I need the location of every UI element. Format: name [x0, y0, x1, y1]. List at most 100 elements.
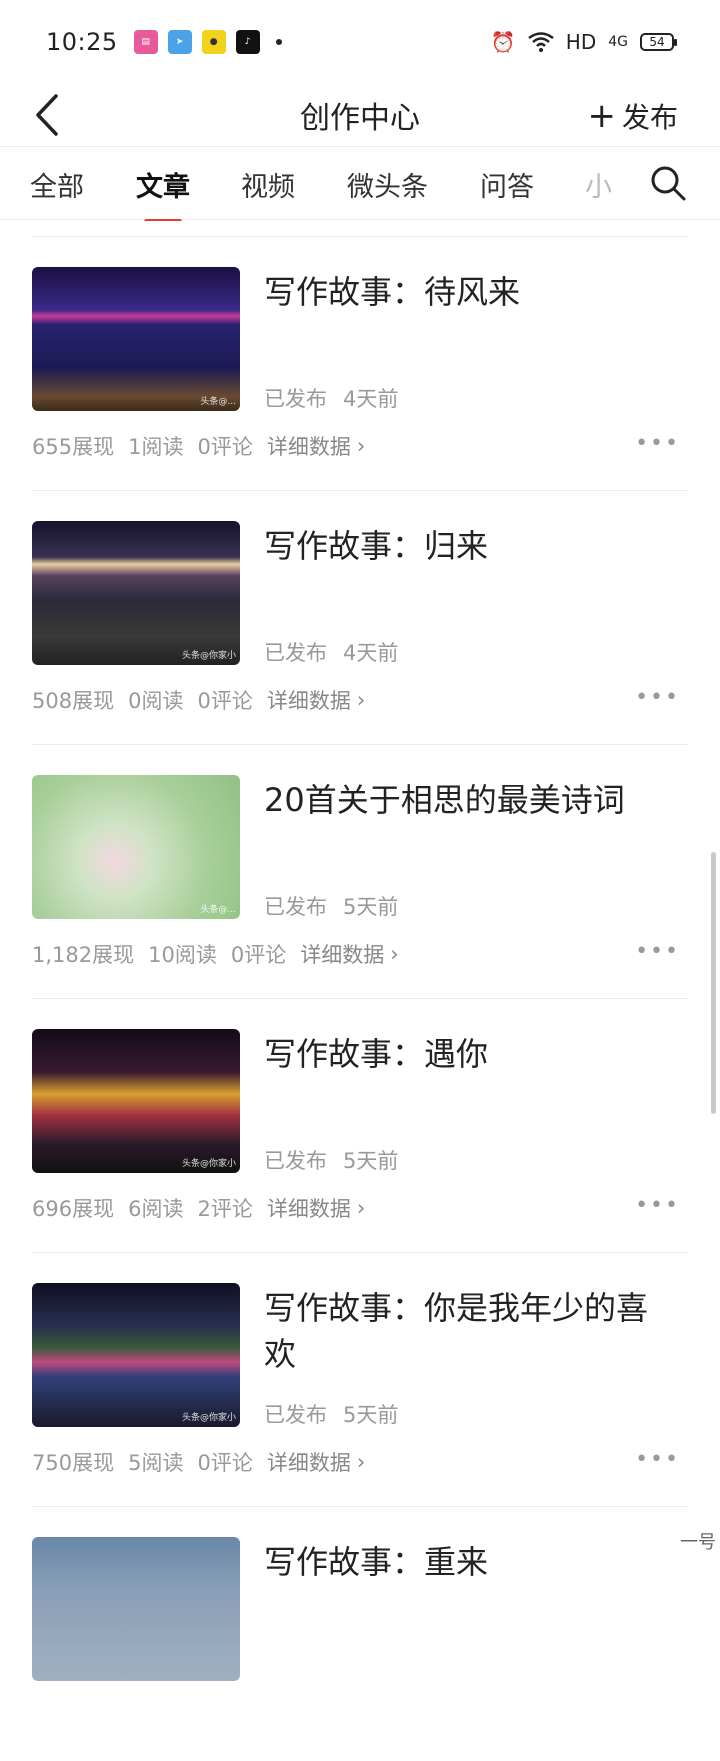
article-title[interactable]: 20首关于相思的最美诗词	[264, 777, 674, 823]
detail-data-label: 详细数据	[266, 435, 351, 459]
views-count: 696展现	[32, 1197, 115, 1221]
detail-data-label: 详细数据	[300, 943, 385, 967]
comments-count: 0评论	[197, 1451, 253, 1475]
more-options-icon[interactable]: •••	[635, 431, 680, 456]
thumbnail-watermark: 头条@你家小	[181, 1413, 236, 1423]
comments-count: 0评论	[230, 943, 287, 967]
telegram-icon: ➤	[167, 30, 192, 54]
article-stats: 750展现 5阅读 0评论 详细数据 ›	[32, 1447, 365, 1477]
article-stats: 1,182展现 10阅读 0评论 详细数据 ›	[32, 939, 399, 969]
chevron-right-icon: ›	[390, 942, 399, 966]
article-item[interactable]: 头条@你家小 写作故事：遇你 已发布 5天前 696展现 6阅读 2评论 详细数据…	[0, 999, 720, 1253]
tab-articles[interactable]: 文章	[136, 165, 190, 221]
tiktok-icon: ♪	[235, 30, 260, 54]
more-options-icon[interactable]: •••	[635, 685, 680, 710]
tab-more[interactable]: 小	[585, 165, 612, 204]
article-item[interactable]: 头条@你家小 写作故事：归来 已发布 4天前 508展现 0阅读 0评论 详细数据…	[0, 491, 720, 745]
article-status: 已发布 4天前	[264, 637, 414, 667]
article-stats: 696展现 6阅读 2评论 详细数据 ›	[32, 1193, 365, 1223]
publish-status: 已发布	[264, 1403, 327, 1427]
publish-label: 发布	[621, 101, 678, 134]
article-item[interactable]: 头条@... 写作故事：待风来 已发布 4天前 655展现 1阅读 0评论 详细数…	[0, 237, 720, 491]
article-thumbnail: 头条@...	[32, 775, 240, 919]
publish-time: 5天前	[343, 1403, 399, 1427]
reads-count: 1阅读	[128, 435, 184, 459]
detail-data-link[interactable]: 详细数据 ›	[267, 685, 365, 715]
article-stats: 655展现 1阅读 0评论 详细数据 ›	[32, 431, 365, 461]
detail-data-link[interactable]: 详细数据 ›	[267, 431, 365, 461]
more-notifications-dot	[275, 39, 282, 45]
system-icons: ⏰ HD 4G 54	[491, 30, 677, 54]
wifi-icon	[528, 32, 554, 52]
publish-status: 已发布	[264, 641, 327, 665]
article-thumbnail: 头条@你家小	[32, 1283, 240, 1427]
chevron-right-icon: ›	[356, 1196, 366, 1220]
thumbnail-watermark: 头条@你家小	[181, 651, 236, 661]
signal-label: 4G	[608, 34, 628, 50]
search-icon[interactable]	[648, 163, 688, 203]
article-item[interactable]: 写作故事：重来	[0, 1507, 720, 1761]
reads-count: 5阅读	[128, 1451, 184, 1475]
article-stats: 508展现 0阅读 0评论 详细数据 ›	[32, 685, 365, 715]
views-count: 1,182展现	[32, 943, 135, 967]
reads-count: 0阅读	[128, 689, 184, 713]
tab-bar: 全部 文章 视频 微头条 问答 小	[0, 146, 720, 221]
more-options-icon[interactable]: •••	[635, 1193, 680, 1218]
more-options-icon[interactable]: •••	[635, 1447, 680, 1472]
publish-time: 4天前	[343, 387, 399, 411]
views-count: 750展现	[32, 1451, 115, 1475]
views-count: 508展现	[32, 689, 115, 713]
detail-data-link[interactable]: 详细数据 ›	[300, 939, 398, 969]
status-bar: 10:25 ▤ ➤ ● ♪ ⏰ HD 4G 54	[0, 0, 720, 84]
app-yellow-icon: ●	[201, 30, 226, 54]
status-time: 10:25	[46, 28, 118, 56]
battery-icon: 54	[640, 33, 677, 51]
article-thumbnail	[32, 1537, 240, 1681]
reads-count: 10阅读	[148, 943, 217, 967]
article-title[interactable]: 写作故事：重来	[264, 1539, 674, 1585]
hd-label: HD	[565, 30, 597, 54]
back-icon[interactable]	[30, 90, 70, 140]
article-status: 已发布 5天前	[264, 891, 414, 921]
article-thumbnail: 头条@你家小	[32, 1029, 240, 1173]
tab-qa[interactable]: 问答	[480, 165, 534, 204]
views-count: 655展现	[32, 435, 115, 459]
comments-count: 0评论	[197, 435, 253, 459]
article-title[interactable]: 写作故事：待风来	[264, 269, 674, 315]
page-title: 创作中心	[300, 101, 420, 136]
comments-count: 2评论	[197, 1197, 253, 1221]
article-status: 已发布 5天前	[264, 1145, 414, 1175]
chevron-right-icon: ›	[356, 688, 366, 712]
article-status: 已发布 5天前	[264, 1399, 414, 1429]
publish-status: 已发布	[264, 895, 327, 919]
thumbnail-watermark: 头条@...	[200, 905, 236, 915]
article-title[interactable]: 写作故事：你是我年少的喜欢	[264, 1285, 674, 1377]
chevron-right-icon: ›	[356, 1450, 366, 1474]
battery-level: 54	[649, 35, 665, 49]
tab-all[interactable]: 全部	[30, 165, 84, 204]
reads-count: 6阅读	[128, 1197, 184, 1221]
article-title[interactable]: 写作故事：归来	[264, 523, 674, 569]
detail-data-label: 详细数据	[266, 1197, 351, 1221]
more-options-icon[interactable]: •••	[635, 939, 680, 964]
tab-videos[interactable]: 视频	[241, 165, 295, 204]
detail-data-link[interactable]: 详细数据 ›	[267, 1447, 365, 1477]
comments-count: 0评论	[197, 689, 253, 713]
app-header: 创作中心 + 发布	[0, 84, 720, 146]
detail-data-link[interactable]: 详细数据 ›	[267, 1193, 365, 1223]
thumbnail-watermark: 头条@...	[200, 397, 236, 407]
publish-time: 4天前	[343, 641, 399, 665]
detail-data-label: 详细数据	[266, 1451, 351, 1475]
article-item[interactable]: 头条@... 20首关于相思的最美诗词 已发布 5天前 1,182展现 10阅读 …	[0, 745, 720, 999]
publish-button[interactable]: + 发布	[587, 96, 678, 136]
chevron-right-icon: ›	[356, 434, 366, 458]
article-status: 已发布 4天前	[264, 383, 414, 413]
bilibili-icon: ▤	[133, 30, 158, 54]
article-title[interactable]: 写作故事：遇你	[264, 1031, 674, 1077]
thumbnail-watermark: 头条@你家小	[181, 1159, 236, 1169]
article-item[interactable]: 头条@你家小 写作故事：你是我年少的喜欢 已发布 5天前 750展现 5阅读 0评…	[0, 1253, 720, 1507]
publish-status: 已发布	[264, 387, 327, 411]
scrollbar[interactable]	[711, 852, 716, 1114]
article-thumbnail: 头条@你家小	[32, 521, 240, 665]
tab-micro-headlines[interactable]: 微头条	[347, 165, 428, 204]
